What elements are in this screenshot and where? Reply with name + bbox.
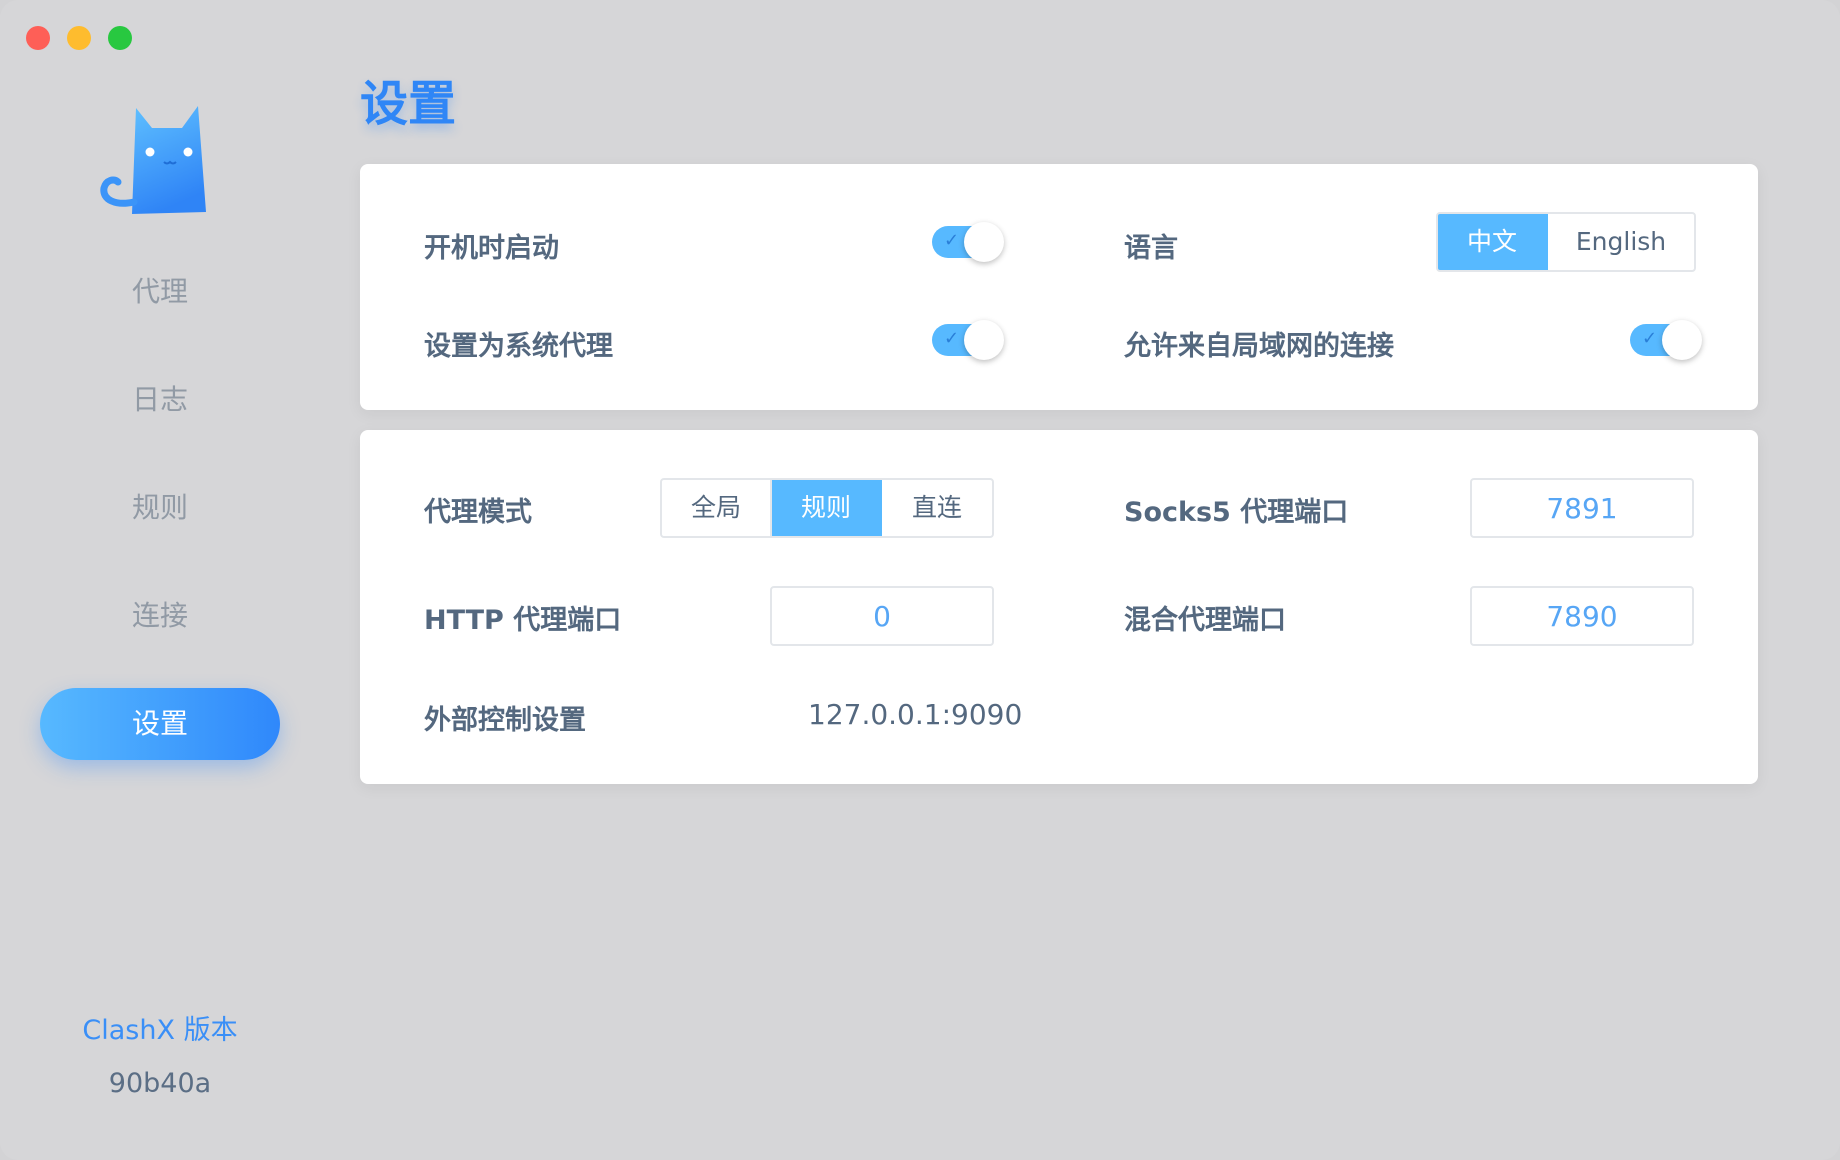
proxy-mode-label: 代理模式 (424, 497, 532, 528)
version-label: ClashX 版本 (82, 1015, 238, 1046)
check-icon: ✓ (1642, 328, 1658, 349)
sidebar: 代理 日志 规则 连接 设置 ClashX 版本 90b40a (0, 0, 320, 1160)
sidebar-item-settings[interactable]: 设置 (40, 688, 280, 760)
system-proxy-label: 设置为系统代理 (424, 331, 613, 362)
language-selector: 中文 English (1436, 212, 1696, 272)
proxy-settings-card: 代理模式 全局 规则 直连 Socks5 代理端口 HTTP 代理端口 混合代理… (360, 430, 1758, 784)
proxy-mode-rule[interactable]: 规则 (772, 480, 882, 536)
check-icon: ✓ (944, 328, 960, 349)
external-controller-label: 外部控制设置 (424, 705, 586, 736)
language-option-english[interactable]: English (1548, 214, 1694, 270)
proxy-mode-selector: 全局 规则 直连 (660, 478, 994, 538)
sidebar-item-proxy[interactable]: 代理 (40, 256, 280, 328)
check-icon: ✓ (944, 230, 960, 251)
sidebar-nav: 代理 日志 规则 连接 设置 (40, 256, 280, 796)
proxy-mode-direct[interactable]: 直连 (882, 480, 992, 536)
sidebar-item-connections[interactable]: 连接 (40, 580, 280, 652)
sidebar-item-rules[interactable]: 规则 (40, 472, 280, 544)
socks5-port-label: Socks5 代理端口 (1124, 497, 1349, 528)
version-value: 90b40a (108, 1068, 212, 1099)
clashx-cat-logo-icon (100, 106, 206, 214)
language-label: 语言 (1124, 233, 1178, 264)
mixed-port-input[interactable] (1470, 586, 1694, 646)
sidebar-item-logs[interactable]: 日志 (40, 364, 280, 436)
http-port-input[interactable] (770, 586, 994, 646)
general-settings-card: 开机时启动 ✓ 设置为系统代理 ✓ 语言 中文 English 允许来自局域网的… (360, 164, 1758, 410)
external-controller-value[interactable]: 127.0.0.1:9090 (808, 698, 1022, 731)
launch-at-login-toggle[interactable]: ✓ (932, 222, 1004, 262)
app-window: 代理 日志 规则 连接 设置 ClashX 版本 90b40a 设置 开机时启动… (0, 0, 1840, 1160)
toggle-knob (964, 222, 1004, 262)
toggle-knob (1662, 320, 1702, 360)
socks5-port-input[interactable] (1470, 478, 1694, 538)
proxy-mode-global[interactable]: 全局 (662, 480, 772, 536)
language-option-chinese[interactable]: 中文 (1438, 214, 1548, 270)
launch-at-login-label: 开机时启动 (424, 233, 559, 264)
allow-lan-label: 允许来自局域网的连接 (1124, 331, 1394, 362)
toggle-knob (964, 320, 1004, 360)
allow-lan-toggle[interactable]: ✓ (1630, 320, 1702, 360)
page-title: 设置 (360, 76, 457, 132)
mixed-port-label: 混合代理端口 (1124, 605, 1286, 636)
system-proxy-toggle[interactable]: ✓ (932, 320, 1004, 360)
http-port-label: HTTP 代理端口 (424, 605, 622, 636)
